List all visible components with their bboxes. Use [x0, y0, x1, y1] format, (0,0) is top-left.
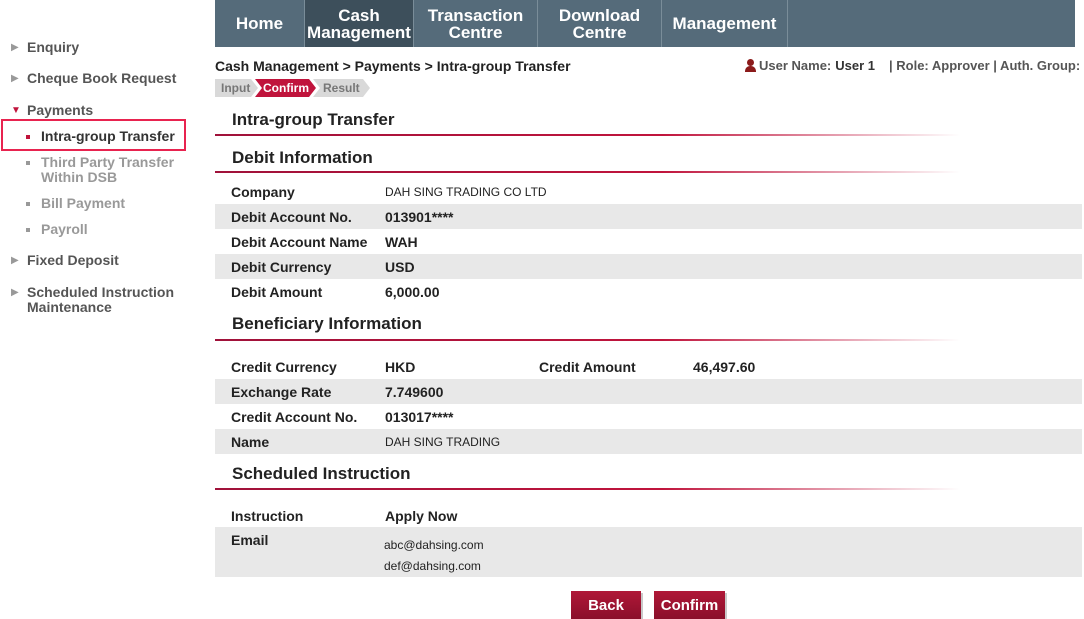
sidebar-item-label: Enquiry [27, 39, 80, 55]
sidebar-item-scheduled-instruction-maintenance[interactable]: ▶ Scheduled Instruction Maintenance [11, 285, 186, 315]
bullet-icon [26, 161, 30, 165]
debit-row-currency: Debit Currency USD [215, 254, 1082, 279]
tab-cash-management[interactable]: Cash Management [305, 0, 414, 47]
field-value: USD [385, 259, 415, 275]
bullet-icon [26, 202, 30, 206]
sidebar-subitem-label: Intra-group Transfer [41, 128, 175, 144]
sidebar-item-label: Cheque Book Request [27, 70, 177, 86]
tab-download-centre[interactable]: Download Centre [538, 0, 662, 47]
field-value: DAH SING TRADING CO LTD [385, 185, 547, 199]
bullet-icon [26, 135, 30, 139]
sidebar-subitem-third-party-transfer[interactable]: Third Party Transfer Within DSB [26, 154, 181, 185]
field-label: Company [231, 184, 295, 200]
sidebar-item-enquiry[interactable]: ▶ Enquiry [11, 40, 79, 55]
field-label: Debit Amount [231, 284, 323, 300]
debit-row-amount: Debit Amount 6,000.00 [215, 279, 1082, 304]
field-value: HKD [385, 359, 416, 375]
field-value: DAH SING TRADING [385, 435, 501, 449]
field-label: Credit Amount [539, 359, 636, 375]
debit-row-account-name: Debit Account Name WAH [215, 229, 1082, 254]
sidebar-subitem-label: Third Party Transfer Within DSB [41, 154, 175, 185]
field-label: Name [231, 434, 270, 450]
sidebar: ▶ Enquiry ▶ Cheque Book Request ▼ Paymen… [0, 0, 200, 619]
page-title: Intra-group Transfer [232, 110, 395, 129]
field-label: Debit Account Name [231, 234, 368, 250]
beneficiary-row-credit-account: Credit Account No. 013017**** [215, 404, 1082, 429]
sidebar-item-label: Scheduled Instruction Maintenance [27, 284, 175, 315]
beneficiary-section-title: Beneficiary Information [232, 314, 422, 333]
section-divider [215, 171, 960, 173]
sidebar-item-label: Fixed Deposit [27, 252, 119, 268]
top-navigation: Home Cash Management Transaction Centre … [215, 0, 1075, 47]
field-value: 7.749600 [385, 384, 444, 400]
user-role: | Role: Approver | Auth. Group: B [889, 58, 1084, 73]
field-value: 013901**** [385, 209, 454, 225]
tab-home[interactable]: Home [215, 0, 305, 47]
chevron-right-icon: ▶ [11, 287, 19, 298]
section-divider [215, 339, 960, 341]
field-label: Email [231, 532, 269, 548]
field-value: 013017**** [385, 409, 454, 425]
field-label: Debit Account No. [231, 209, 352, 225]
user-icon [745, 59, 756, 72]
field-label: Credit Currency [231, 359, 337, 375]
beneficiary-row-credit: Credit Currency HKD Credit Amount 46,497… [215, 354, 1082, 379]
chevron-right-icon: ▶ [11, 42, 19, 53]
sidebar-item-fixed-deposit[interactable]: ▶ Fixed Deposit [11, 253, 119, 268]
scheduled-row-email: Email abc@dahsing.com def@dahsing.com [215, 527, 1082, 577]
user-name-label: User Name: [759, 58, 832, 73]
sidebar-subitem-label: Payroll [41, 221, 88, 237]
field-value: 46,497.60 [693, 359, 756, 375]
field-value: 6,000.00 [385, 284, 440, 300]
scheduled-row-instruction: Instruction Apply Now [215, 503, 1082, 528]
sidebar-subitem-label: Bill Payment [41, 195, 126, 211]
sidebar-subitem-payroll[interactable]: Payroll [26, 221, 88, 237]
step-input: Input [215, 79, 258, 97]
section-divider [215, 488, 960, 490]
debit-row-account-no: Debit Account No. 013901**** [215, 204, 1082, 229]
beneficiary-row-exchange-rate: Exchange Rate 7.749600 [215, 379, 1082, 404]
scheduled-section-title: Scheduled Instruction [232, 464, 411, 483]
debit-row-company: Company DAH SING TRADING CO LTD [215, 179, 1082, 204]
beneficiary-row-name: Name DAH SING TRADING [215, 429, 1082, 454]
breadcrumb: Cash Management > Payments > Intra-group… [215, 58, 571, 74]
tab-management[interactable]: Management [662, 0, 788, 47]
user-info: User Name: User 1 | Role: Approver | Auth.… [745, 58, 1084, 73]
step-result: Result [313, 79, 370, 97]
field-value: WAH [385, 234, 418, 250]
sidebar-item-cheque-book-request[interactable]: ▶ Cheque Book Request [11, 71, 176, 86]
sidebar-item-label: Payments [27, 102, 94, 118]
field-label: Credit Account No. [231, 409, 358, 425]
back-button[interactable]: Back [571, 591, 641, 619]
chevron-right-icon: ▶ [11, 73, 19, 84]
chevron-down-icon: ▼ [11, 105, 21, 116]
tab-transaction-centre[interactable]: Transaction Centre [414, 0, 538, 47]
debit-section-title: Debit Information [232, 148, 373, 167]
step-confirm: Confirm [255, 79, 316, 97]
section-divider [215, 134, 960, 136]
field-label: Exchange Rate [231, 384, 332, 400]
confirm-button[interactable]: Confirm [654, 591, 725, 619]
bullet-icon [26, 228, 30, 232]
chevron-right-icon: ▶ [11, 255, 19, 266]
email-value: abc@dahsing.com [384, 538, 484, 552]
sidebar-subitem-bill-payment[interactable]: Bill Payment [26, 195, 126, 211]
email-value: def@dahsing.com [384, 559, 481, 573]
field-label: Debit Currency [231, 259, 332, 275]
field-label: Instruction [231, 508, 304, 524]
user-name: User 1 [835, 58, 876, 73]
sidebar-item-payments[interactable]: ▼ Payments [11, 103, 93, 118]
field-value: Apply Now [385, 508, 458, 524]
sidebar-subitem-intra-group-transfer[interactable]: Intra-group Transfer [26, 128, 175, 144]
